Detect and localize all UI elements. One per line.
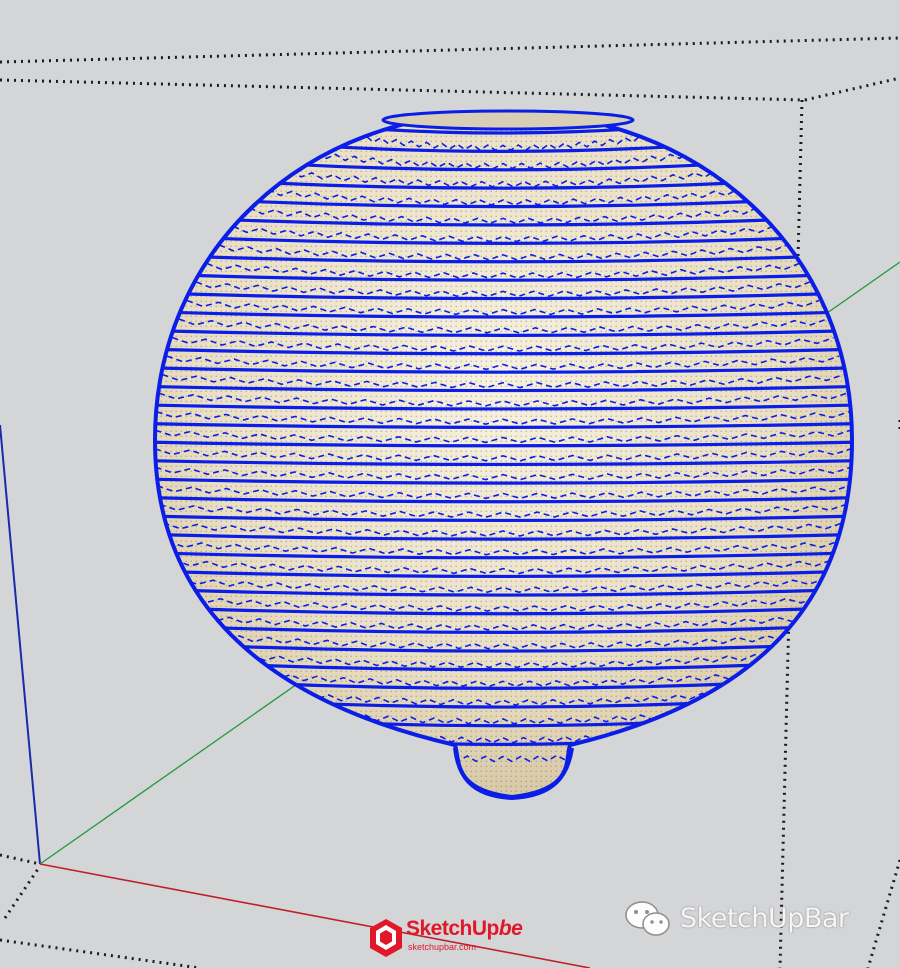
blue-axis bbox=[0, 424, 41, 865]
watermark-text: SketchUpBar bbox=[680, 903, 849, 934]
wechat-icon bbox=[625, 901, 670, 936]
top-opening bbox=[381, 109, 635, 131]
logo-brand-suffix: be bbox=[498, 917, 523, 940]
logo-url: sketchupbar.com bbox=[408, 942, 477, 952]
sketchup-viewport[interactable]: SketchUpbe sketchupbar.com SketchUpBar bbox=[0, 0, 900, 968]
logo-brand-text: SketchUpbe bbox=[406, 917, 523, 940]
sketchup-logo: SketchUpbe sketchupbar.com bbox=[368, 915, 538, 961]
bbox-top-back-edge bbox=[0, 36, 900, 64]
bbox-top-front-edge bbox=[0, 78, 806, 102]
bbox-bottom-left bbox=[0, 853, 41, 866]
sketchup-logo-icon bbox=[370, 919, 402, 957]
bbox-bottom-left-diag bbox=[3, 865, 42, 919]
bbox-top-right-edge bbox=[804, 76, 900, 102]
wechat-watermark: SketchUpBar bbox=[624, 900, 894, 940]
model-scene[interactable] bbox=[0, 0, 900, 968]
sphere-vase-model[interactable] bbox=[150, 105, 860, 805]
bbox-bottom-front bbox=[0, 938, 201, 968]
